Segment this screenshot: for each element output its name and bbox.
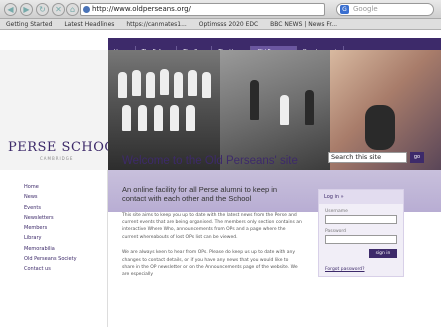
username-label: Username: [325, 209, 348, 214]
site-logo-subtitle: CAMBRIDGE: [40, 156, 74, 161]
password-label: Password: [325, 229, 347, 234]
browser-search-input[interactable]: G Google: [336, 3, 434, 16]
contact-paragraph: We are always keen to hear from OPs. Ple…: [122, 250, 298, 278]
sidebar-item-home[interactable]: Home: [0, 182, 107, 192]
bookmarks-bar: Getting Started Latest Headlines https:/…: [0, 19, 441, 30]
sidebar-item-memorabilia[interactable]: Memorabilia: [0, 244, 107, 254]
url-text: http://www.oldperseans.org/: [92, 5, 191, 13]
page-title: Welcome to the Old Perseans' site: [122, 155, 298, 167]
site-favicon-icon: [83, 6, 90, 13]
address-bar[interactable]: http://www.oldperseans.org/: [80, 3, 325, 16]
bookmark-item[interactable]: Latest Headlines: [64, 21, 114, 28]
search-input[interactable]: Search this site: [328, 152, 407, 163]
stop-icon[interactable]: ✕: [52, 3, 65, 16]
site-nav: HomeThe PelicanThe PrepThe UpperOld Pers…: [108, 38, 441, 58]
reload-icon[interactable]: ↻: [36, 3, 49, 16]
password-field[interactable]: [325, 235, 397, 244]
sidebar: Home News Events Newsletters Members Lib…: [0, 170, 108, 327]
sidebar-item-events[interactable]: Events: [0, 203, 107, 213]
search-engine-label: Google: [353, 5, 378, 13]
bookmark-item[interactable]: https://canmates1...: [126, 21, 187, 28]
forgot-password-link[interactable]: Forgot password?: [325, 267, 365, 272]
bookmark-item[interactable]: BBC NEWS | News Fr...: [270, 21, 337, 28]
cricket-team-photo: [108, 50, 220, 170]
intro-headline: An online facility for all Perse alumni …: [122, 185, 278, 203]
browser-toolbar: ◀ ▶ ↻ ✕ ⌂ http://www.oldperseans.org/ G …: [0, 0, 441, 19]
bookmark-item[interactable]: Optimsss 2020 EDC: [199, 21, 258, 28]
back-icon[interactable]: ◀: [4, 3, 17, 16]
login-box: Log in » Username Password sign in Forgo…: [318, 189, 404, 277]
search-button[interactable]: go: [410, 152, 424, 163]
home-icon[interactable]: ⌂: [66, 3, 79, 16]
login-title: Log in »: [319, 190, 403, 204]
username-field[interactable]: [325, 215, 397, 224]
logo-panel: PERSE SCHOOL CAMBRIDGE: [0, 50, 124, 170]
forward-icon[interactable]: ▶: [20, 3, 33, 16]
main-content: An online facility for all Perse alumni …: [122, 181, 302, 279]
bookmark-item[interactable]: Getting Started: [6, 21, 52, 28]
sidebar-item-contact[interactable]: Contact us: [0, 264, 107, 274]
sign-in-button[interactable]: sign in: [369, 249, 397, 258]
web-page: HomeThe PelicanThe PrepThe UpperOld Pers…: [0, 31, 441, 327]
google-icon: G: [340, 5, 349, 14]
sidebar-item-members[interactable]: Members: [0, 223, 107, 233]
sidebar-item-society[interactable]: Old Perseans Society: [0, 254, 107, 264]
sidebar-item-library[interactable]: Library: [0, 233, 107, 243]
library-photo: [220, 50, 330, 170]
intro-paragraph: This site aims to keep you up to date wi…: [122, 212, 302, 240]
sidebar-item-news[interactable]: News: [0, 192, 107, 202]
sidebar-item-newsletters[interactable]: Newsletters: [0, 213, 107, 223]
